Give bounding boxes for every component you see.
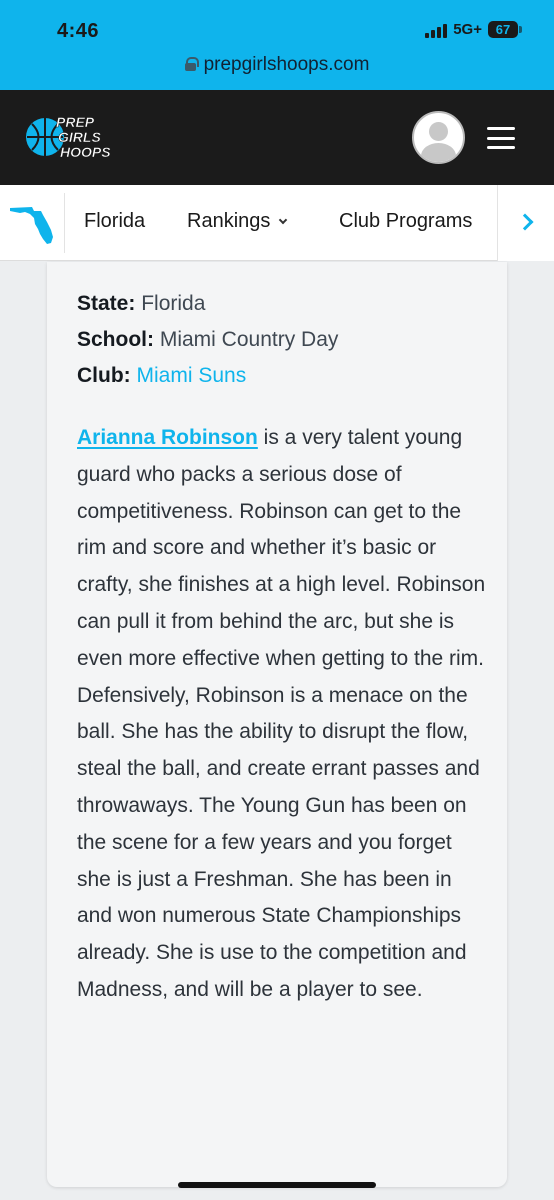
school-label: School: [77,328,154,351]
state-row: State: Florida [77,286,338,322]
club-row: Club: Miami Suns [77,358,338,394]
state-value: Florida [141,292,206,315]
logo-line-2: GIRLS [58,129,101,145]
state-label: State: [77,292,136,315]
nav-divider [64,193,65,253]
player-bio: Arianna Robinson is a very talent young … [77,420,487,1009]
bio-text: is a very talent young guard who packs a… [77,426,486,1001]
status-indicators: 5G+ 67 [425,21,522,38]
school-row: School: Miami Country Day [77,322,338,358]
cellular-signal-icon [425,22,448,38]
url-bar[interactable]: prepgirlshoops.com [0,54,554,76]
network-type: 5G+ [453,21,482,38]
logo-line-3: HOOPS [60,144,111,160]
player-profile-card: State: Florida School: Miami Country Day… [47,262,507,1187]
avatar-body [421,143,456,162]
player-name-link[interactable]: Arianna Robinson [77,426,258,449]
nav-item-florida[interactable]: Florida [84,210,145,233]
site-header: PREP GIRLS HOOPS [0,90,554,185]
chevron-down-icon [279,215,288,225]
status-time: 4:46 [57,20,100,42]
nav-item-rankings[interactable]: Rankings [187,210,288,233]
player-meta: State: Florida School: Miami Country Day… [77,286,338,394]
hamburger-menu-icon[interactable] [487,127,515,149]
nav-item-rankings-label: Rankings [187,210,271,232]
florida-state-icon[interactable] [8,202,56,246]
url-text: prepgirlshoops.com [203,54,370,75]
browser-chrome: 4:46 5G+ 67 prepgirlshoops.com [0,0,554,90]
club-label: Club: [77,364,131,387]
battery-icon: 67 [488,21,522,38]
home-indicator [178,1182,376,1188]
school-value: Miami Country Day [159,328,339,351]
user-avatar[interactable] [412,111,465,164]
lock-icon [184,57,199,71]
logo-line-1: PREP [56,114,95,130]
nav-item-club-programs[interactable]: Club Programs [339,210,472,233]
site-logo[interactable]: PREP GIRLS HOOPS [24,112,114,162]
avatar-head [429,122,448,141]
state-nav-bar: Florida Rankings Club Programs [0,185,554,261]
club-link[interactable]: Miami Suns [137,364,247,387]
